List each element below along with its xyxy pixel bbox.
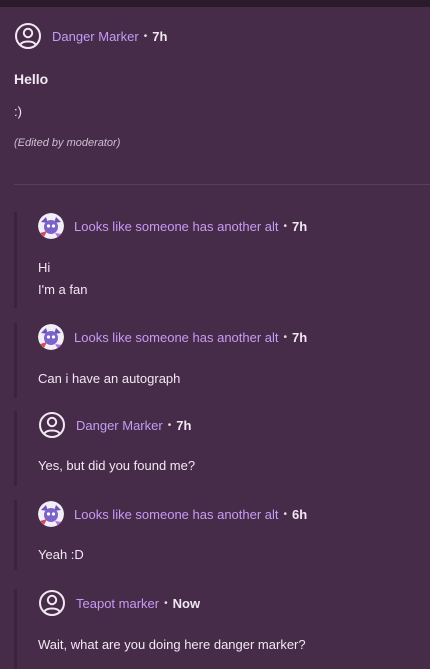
comment-author-row: Looks like someone has another alt • 6h: [38, 500, 418, 528]
comment-author-row: Looks like someone has another alt • 7h: [38, 323, 418, 351]
comment-author-row: Looks like someone has another alt • 7h: [38, 212, 418, 240]
comment-author-link[interactable]: Danger Marker: [76, 418, 163, 433]
separator-dot: •: [283, 331, 288, 343]
character-avatar[interactable]: [38, 501, 64, 527]
comment-text: Hi: [38, 260, 51, 275]
post-title: Hello: [14, 71, 49, 87]
separator-dot: •: [167, 419, 172, 431]
comment: Teapot marker • Now Wait, what are you d…: [14, 589, 430, 669]
separator-dot: •: [283, 220, 288, 232]
comment-author-row: Teapot marker • Now: [38, 589, 418, 617]
comment: Looks like someone has another alt • 7h …: [14, 212, 430, 308]
separator-dot: •: [283, 508, 288, 520]
comment-time: 7h: [292, 218, 308, 234]
comment: Looks like someone has another alt • 7h …: [14, 323, 430, 398]
comment-author-link[interactable]: Teapot marker: [76, 596, 159, 611]
user-icon[interactable]: [38, 411, 66, 439]
comment-text: Yeah :D: [38, 547, 84, 562]
post-author-link[interactable]: Danger Marker: [52, 29, 139, 44]
comment: Looks like someone has another alt • 6h …: [14, 500, 430, 570]
separator-dot: •: [143, 30, 148, 42]
comment-time: Now: [172, 595, 201, 611]
comment-text: Can i have an autograph: [38, 371, 181, 386]
comment-time: 6h: [292, 506, 308, 522]
post-author-row: Danger Marker • 7h: [14, 22, 414, 50]
comment-author-link[interactable]: Looks like someone has another alt: [74, 219, 279, 234]
comment-time: 7h: [292, 329, 308, 345]
comment-time: 7h: [176, 417, 192, 433]
edited-note: (Edited by moderator): [14, 137, 121, 149]
comment-author-row: Danger Marker • 7h: [38, 411, 418, 439]
user-icon[interactable]: [38, 589, 66, 617]
character-avatar[interactable]: [38, 213, 64, 239]
comment-text: Wait, what are you doing here danger mar…: [38, 637, 306, 652]
post-body: :): [14, 104, 22, 119]
user-icon[interactable]: [14, 22, 42, 50]
comment-text: Yes, but did you found me?: [38, 458, 196, 473]
top-bar: [0, 0, 430, 7]
comment-author-link[interactable]: Looks like someone has another alt: [74, 507, 279, 522]
divider: [14, 184, 430, 185]
comment-text: I'm a fan: [38, 282, 88, 297]
comment-author-link[interactable]: Looks like someone has another alt: [74, 330, 279, 345]
comment: Danger Marker • 7h Yes, but did you foun…: [14, 411, 430, 486]
post: Danger Marker • 7h Hello :) (Edited by m…: [14, 22, 414, 149]
character-avatar[interactable]: [38, 324, 64, 350]
post-time: 7h: [152, 28, 168, 44]
separator-dot: •: [164, 597, 168, 609]
